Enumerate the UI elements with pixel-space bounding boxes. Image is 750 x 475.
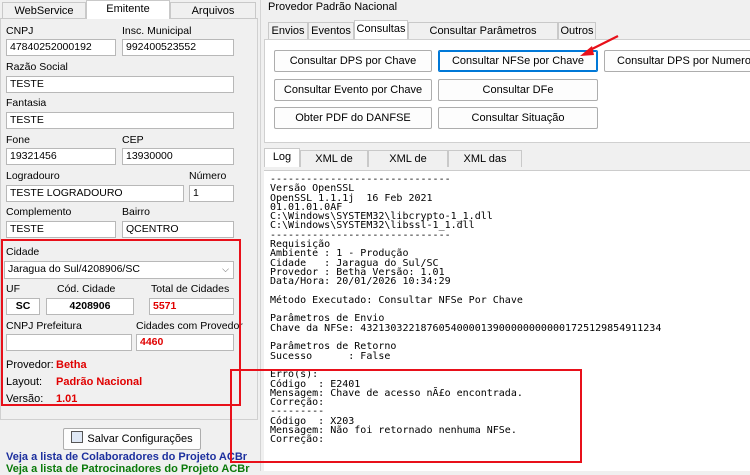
numero-label: Número — [189, 170, 227, 182]
consultar-evento-chave-button[interactable]: Consultar Evento por Chave — [274, 79, 432, 101]
tab-webservice[interactable]: WebService — [2, 2, 86, 19]
log-line: ------------------------------ — [270, 229, 451, 241]
consultar-dps-chave-button[interactable]: Consultar DPS por Chave — [274, 50, 432, 72]
tab-eventos[interactable]: Eventos — [308, 22, 354, 39]
cnpj-field[interactable]: 47840252000192 — [6, 39, 116, 56]
logradouro-field[interactable]: TESTE LOGRADOURO — [6, 185, 184, 202]
versao-label: Versão: — [6, 393, 44, 405]
patrocinadores-link[interactable]: Veja a lista de Patrocinadores do Projet… — [6, 463, 250, 475]
cidades-provedor-field[interactable]: 4460 — [136, 334, 234, 351]
log-line: Sucesso : False — [270, 350, 391, 362]
colaboradores-link[interactable]: Veja a lista de Colaboradores do Projeto… — [6, 451, 247, 463]
tab-xml-notas[interactable]: XML das Notas — [448, 150, 522, 182]
cnpj-prefeitura-field[interactable] — [6, 334, 132, 351]
tab-arquivos[interactable]: Arquivos — [170, 2, 256, 19]
tab-xml-envio[interactable]: XML de Envio — [300, 150, 368, 182]
tab-xml-retorno[interactable]: XML de Retorno — [368, 150, 448, 182]
fantasia-field[interactable]: TESTE — [6, 112, 234, 129]
consultar-situacao-button[interactable]: Consultar Situação — [438, 107, 598, 129]
cnpj-label: CNPJ — [6, 25, 34, 37]
fantasia-label: Fantasia — [6, 97, 47, 109]
save-icon — [71, 431, 84, 443]
cep-label: CEP — [122, 134, 144, 146]
log-line: Data/Hora: 20/01/2026 10:34:29 — [270, 276, 451, 288]
arrow-annotation-icon — [580, 35, 619, 56]
log-line: Mensagem: Chave de acesso nÃ£o encontrad… — [270, 387, 523, 399]
insc-label: Insc. Municipal — [122, 25, 192, 37]
razao-field[interactable]: TESTE — [6, 76, 234, 93]
versao-value: 1.01 — [56, 393, 78, 405]
bairro-label: Bairro — [122, 206, 151, 218]
group-title: Provedor Padrão Nacional — [268, 1, 398, 13]
log-line: OpenSSL 1.1.1j 16 Feb 2021 — [270, 192, 433, 204]
complemento-field[interactable]: TESTE — [6, 221, 116, 238]
cod-cidade-label: Cód. Cidade — [57, 283, 116, 295]
cidade-label: Cidade — [6, 246, 40, 258]
consultar-dps-numero-button[interactable]: Consultar DPS por Numero — [604, 50, 750, 72]
tab-emitente[interactable]: Emitente — [86, 0, 170, 19]
log-line: Correção: — [270, 434, 325, 446]
cnpj-prefeitura-label: CNPJ Prefeitura — [6, 320, 82, 332]
uf-label: UF — [6, 283, 20, 295]
cidade-value: Jaragua do Sul/4208906/SC — [8, 263, 140, 275]
log-line: Correção: — [270, 397, 325, 409]
logradouro-label: Logradouro — [6, 170, 60, 182]
insc-field[interactable]: 992400523552 — [122, 39, 234, 56]
chevron-down-icon[interactable]: ⌵ — [222, 262, 229, 277]
log-line: Mensagem: Não foi retornado nenhuma NFSe… — [270, 425, 517, 437]
save-config-label: Salvar Configurações — [87, 433, 193, 445]
layout-label: Layout: — [6, 376, 43, 388]
provedor-value: Betha — [56, 359, 87, 371]
uf-field[interactable]: SC — [6, 298, 40, 315]
layout-value: Padrão Nacional — [56, 376, 143, 388]
tab-envios[interactable]: Envios — [268, 22, 308, 39]
log-output[interactable]: ------------------------------ Versão Ope… — [264, 170, 750, 471]
bairro-field[interactable]: QCENTRO — [122, 221, 234, 238]
total-cidades-field[interactable]: 5571 — [149, 298, 234, 315]
fone-field[interactable]: 19321456 — [6, 148, 116, 165]
consultar-nfse-chave-button[interactable]: Consultar NFSe por Chave — [438, 50, 598, 72]
save-config-button[interactable]: Salvar Configurações — [63, 428, 201, 450]
cod-cidade-field[interactable]: 4208906 — [46, 298, 134, 315]
log-line: Chave da NFSe: 4321303221876054000013900… — [270, 322, 662, 334]
razao-label: Razão Social — [6, 61, 68, 73]
log-line: Método Executado: Consultar NFSe Por Cha… — [270, 294, 523, 306]
cidade-select[interactable]: Jaragua do Sul/4208906/SC ⌵ — [4, 261, 234, 279]
consultar-dfe-button[interactable]: Consultar DFe — [438, 79, 598, 101]
obter-pdf-button[interactable]: Obter PDF do DANFSE — [274, 107, 432, 129]
total-cidades-label: Total de Cidades — [151, 283, 230, 295]
cep-field[interactable]: 13930000 — [122, 148, 234, 165]
cidades-provedor-label: Cidades com Provedor — [136, 320, 243, 332]
tab-consultas[interactable]: Consultas — [354, 20, 408, 39]
tab-log[interactable]: Log — [264, 148, 300, 167]
provedor-label: Provedor: — [6, 359, 54, 371]
tab-consultar-parametros[interactable]: Consultar Parâmetros Municipais — [408, 22, 558, 54]
complemento-label: Complemento — [6, 206, 72, 218]
numero-field[interactable]: 1 — [189, 185, 234, 202]
fone-label: Fone — [6, 134, 30, 146]
